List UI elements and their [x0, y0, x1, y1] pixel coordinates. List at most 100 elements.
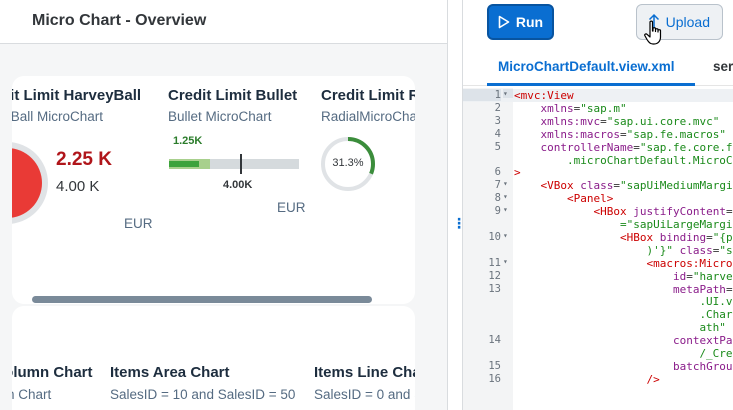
items-chart-card: Items Column Chart Column Chart Items Ar…	[12, 306, 415, 410]
code-text: <mvc:View	[514, 89, 574, 102]
run-button[interactable]: Run	[487, 4, 554, 40]
code-pane: Run Upload MicroChartDefault.view.xml se…	[463, 0, 733, 410]
bullet-actual-inner-bar	[169, 161, 200, 167]
bullet-actual-bar	[169, 159, 210, 169]
bullet-track[interactable]	[169, 159, 299, 169]
code-text: xmlns:mvc="sap.ui.core.mvc"	[540, 114, 720, 128]
code-editor[interactable]: 1 ▾ <mvc:View 2 xmlns="sap.m" 3 xmlns:mvc="s…	[463, 88, 733, 410]
code-line[interactable]: 5 controllerName="sap.fe.core.fpmExplore…	[463, 141, 733, 154]
radial-percent: 31.3%	[332, 157, 364, 169]
code-line[interactable]: 7▾ <VBox class="sapUiMediumMargin"	[463, 179, 733, 192]
line-number: 1	[463, 89, 501, 101]
hand-cursor-icon	[644, 20, 662, 45]
bullet-unit: EUR	[277, 200, 306, 215]
tab-view-xml[interactable]: MicroChartDefault.view.xml	[498, 59, 675, 74]
code-text: /_Cre	[699, 347, 733, 360]
line-number: 12	[488, 269, 501, 282]
code-text: >	[514, 166, 521, 180]
line-chart-subtitle: SalesID = 0 and SalesID	[314, 387, 415, 402]
splitter-grip-icon[interactable]: ⋮⋮	[452, 216, 480, 240]
code-text: xmlns="sap.m"	[540, 101, 627, 115]
code-text: ="sapUiLargeMargin"	[619, 218, 733, 231]
code-line[interactable]: 11▾ <macros:MicroChart	[463, 257, 733, 270]
upload-button-label: Upload	[665, 14, 710, 30]
line-number: 13	[488, 282, 501, 295]
line-number: 6	[494, 166, 501, 179]
code-line[interactable]: 14 contextPath	[463, 334, 733, 347]
fold-toggle-icon[interactable]: ▾	[503, 192, 513, 201]
code-text: <Panel>	[566, 192, 614, 206]
line-number: 16	[488, 372, 501, 385]
code-line[interactable]: 4 xmlns:macros="sap.fe.macros"	[463, 128, 733, 141]
line-number: 7	[494, 179, 501, 192]
code-line[interactable]: 16 />	[463, 373, 733, 386]
code-line[interactable]: )'}" class="sap	[463, 244, 733, 257]
code-line[interactable]: 10▾ <HBox binding="{path	[463, 231, 733, 244]
code-line[interactable]: 12 id="harvey	[463, 270, 733, 283]
code-line[interactable]: 2 xmlns="sap.m"	[463, 102, 733, 115]
code-line[interactable]: 9▾ <HBox justifyContent="	[463, 205, 733, 218]
area-chart-title[interactable]: Items Area Chart	[110, 364, 230, 381]
code-line[interactable]: 8 ▾ <Panel>	[463, 192, 733, 205]
line-number: 3	[494, 114, 501, 127]
code-text: contextPath	[672, 334, 733, 348]
code-line[interactable]: .UI.v	[463, 295, 733, 308]
microchart-card: Credit Limit HarveyBall HarveyBall Micro…	[12, 76, 415, 304]
page-title: Micro Chart - Overview	[32, 12, 207, 29]
tab-service[interactable]: service.cds	[713, 59, 733, 74]
code-line[interactable]: ="sapUiLargeMargin"	[463, 218, 733, 231]
code-text: .Chart	[699, 308, 733, 322]
radial-subtitle: RadialMicroChart	[321, 109, 415, 124]
run-button-label: Run	[515, 14, 544, 30]
preview-pane: Micro Chart - Overview Credit Limit Harv…	[0, 0, 447, 410]
line-number: 9	[494, 205, 501, 218]
column-chart-subtitle: Column Chart	[12, 387, 52, 402]
code-line[interactable]: 13 metaPath="	[463, 283, 733, 296]
play-icon	[498, 15, 510, 29]
bullet-title[interactable]: Credit Limit Bullet	[168, 87, 297, 104]
fold-toggle-icon[interactable]: ▾	[503, 179, 513, 188]
code-text: <macros:MicroChart	[646, 256, 733, 270]
fold-toggle-icon[interactable]: ▾	[503, 89, 513, 98]
harvey-total: 4.00 K	[56, 178, 100, 195]
bullet-target-value: 4.00K	[223, 179, 253, 191]
code-text: ath"	[699, 321, 726, 335]
file-tabs: MicroChartDefault.view.xml service.cds	[463, 48, 733, 86]
code-text: <HBox binding="{path	[619, 230, 733, 244]
fold-toggle-icon[interactable]: ▾	[503, 205, 513, 214]
code-toolbar: Run Upload	[463, 0, 733, 48]
code-line[interactable]: 15 batchGroup	[463, 360, 733, 373]
code-line[interactable]: .Chart	[463, 308, 733, 321]
fold-toggle-icon[interactable]: ▾	[503, 257, 513, 266]
code-text: <HBox justifyContent="	[593, 205, 733, 219]
line-number: 5	[494, 140, 501, 153]
harvey-subtitle: HarveyBall MicroChart	[12, 109, 104, 124]
code-text: )'}" class="sap	[646, 243, 733, 257]
line-number: 4	[494, 127, 501, 140]
code-line[interactable]: ath"	[463, 321, 733, 334]
pane-splitter[interactable]: ⋮⋮	[447, 0, 480, 410]
line-number: 2	[494, 101, 501, 114]
code-text: .UI.v	[699, 295, 733, 309]
code-line[interactable]: .microChartDefault.MicroChart"	[463, 154, 733, 167]
harvey-ball-fill	[12, 148, 42, 218]
code-text: id="harvey	[672, 269, 733, 283]
microchart-strip: Credit Limit HarveyBall HarveyBall Micro…	[12, 76, 415, 304]
bullet-actual-value: 1.25K	[173, 135, 203, 147]
code-line[interactable]: 6 >	[463, 166, 733, 179]
harvey-title[interactable]: Credit Limit HarveyBall	[12, 87, 141, 104]
active-tab-indicator	[487, 83, 695, 86]
line-number: 15	[488, 359, 501, 372]
code-line[interactable]: /_Cre	[463, 347, 733, 360]
code-line[interactable]: 3 xmlns:mvc="sap.ui.core.mvc"	[463, 115, 733, 128]
code-text: />	[646, 372, 660, 386]
radial-title[interactable]: Credit Limit Radial	[321, 87, 415, 104]
line-chart-title[interactable]: Items Line Chart	[314, 364, 415, 381]
harvey-ball[interactable]	[12, 142, 48, 224]
code-text: batchGroup	[672, 359, 733, 373]
horizontal-scrollbar[interactable]	[32, 296, 372, 303]
app-root: Micro Chart - Overview Credit Limit Harv…	[0, 0, 733, 410]
fold-toggle-icon[interactable]: ▾	[503, 231, 513, 240]
code-line[interactable]: 1 ▾ <mvc:View	[463, 89, 733, 102]
column-chart-title[interactable]: Items Column Chart	[12, 364, 93, 381]
